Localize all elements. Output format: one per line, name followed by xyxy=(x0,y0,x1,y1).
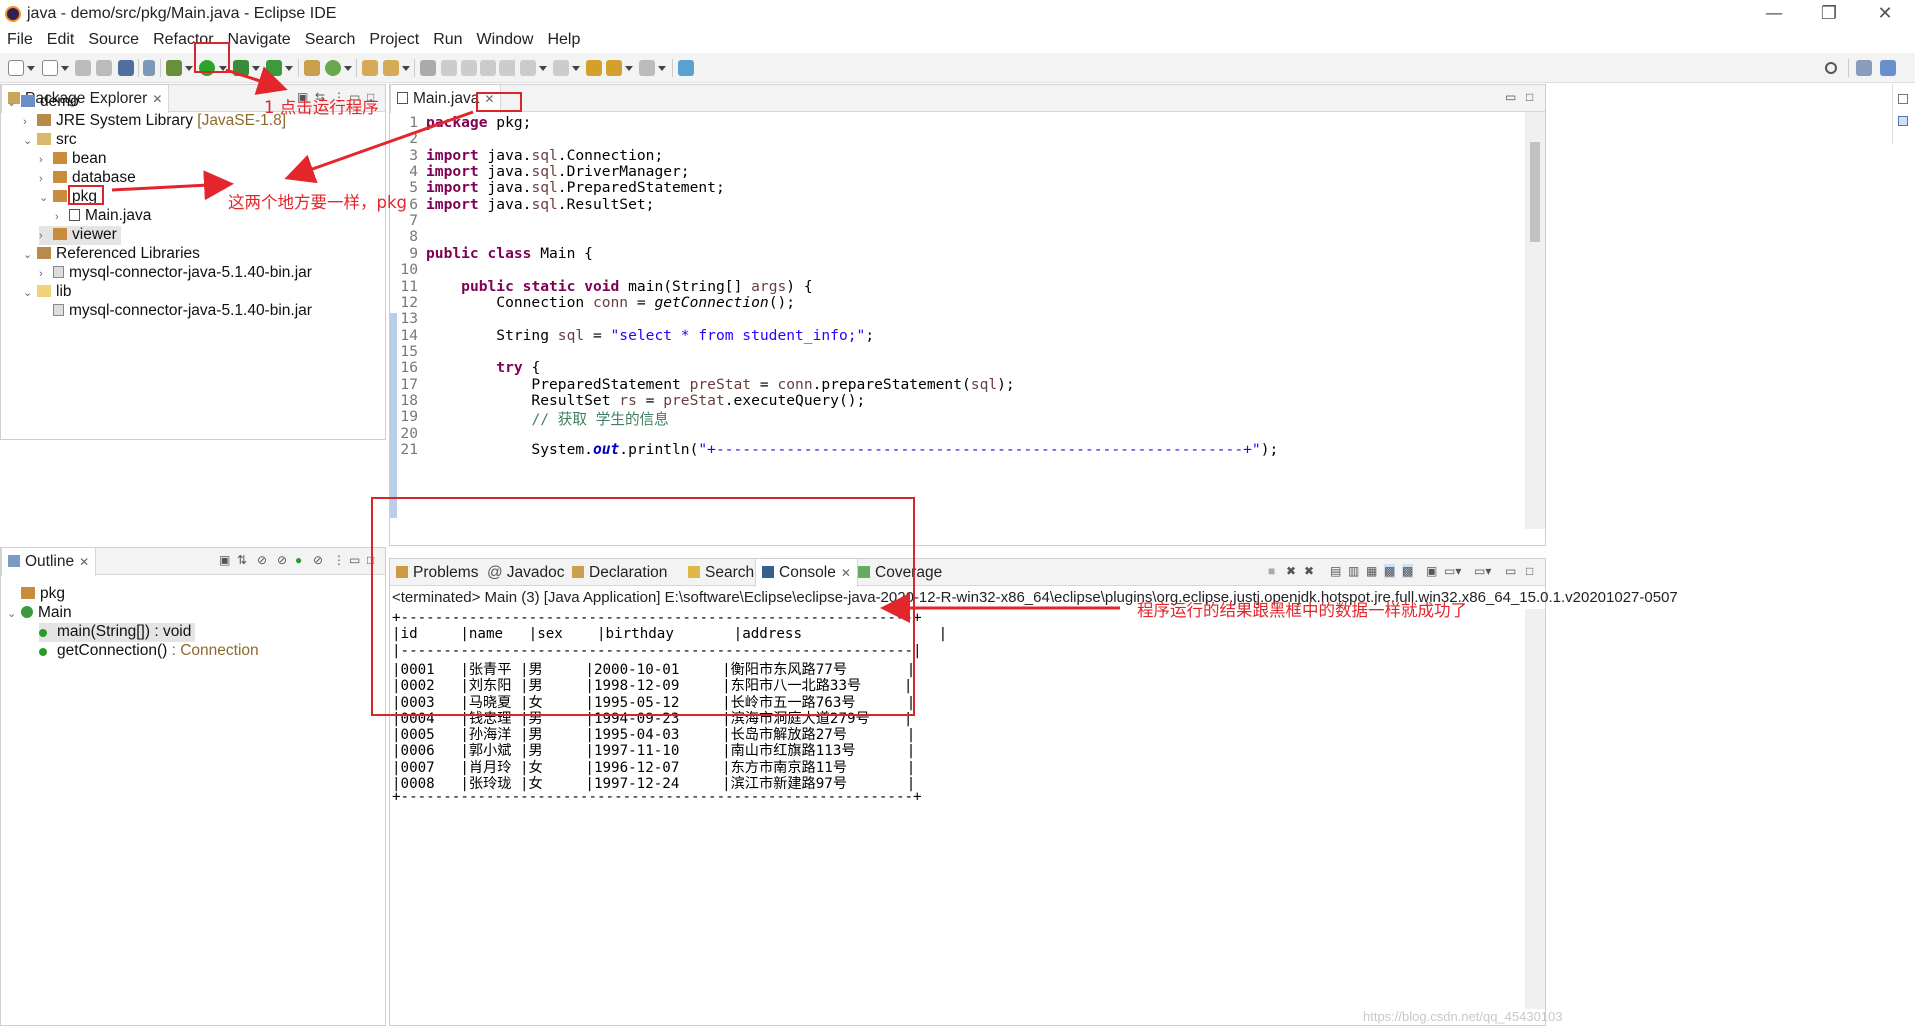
annotation-same: 这两个地方要一样，pkg xyxy=(228,193,408,212)
arrow-to-package xyxy=(284,110,474,184)
watermark: https://blog.csdn.net/qq_45430103 xyxy=(1363,1009,1563,1024)
annotation-result: 程序运行的结果跟黑框中的数据一样就成功了 xyxy=(1137,601,1467,620)
arrow-to-run xyxy=(225,66,288,95)
annotation-arrows xyxy=(111,66,1120,623)
annotation-run: 1 点击运行程序 xyxy=(264,98,379,117)
arrow-to-pkg xyxy=(111,170,234,201)
